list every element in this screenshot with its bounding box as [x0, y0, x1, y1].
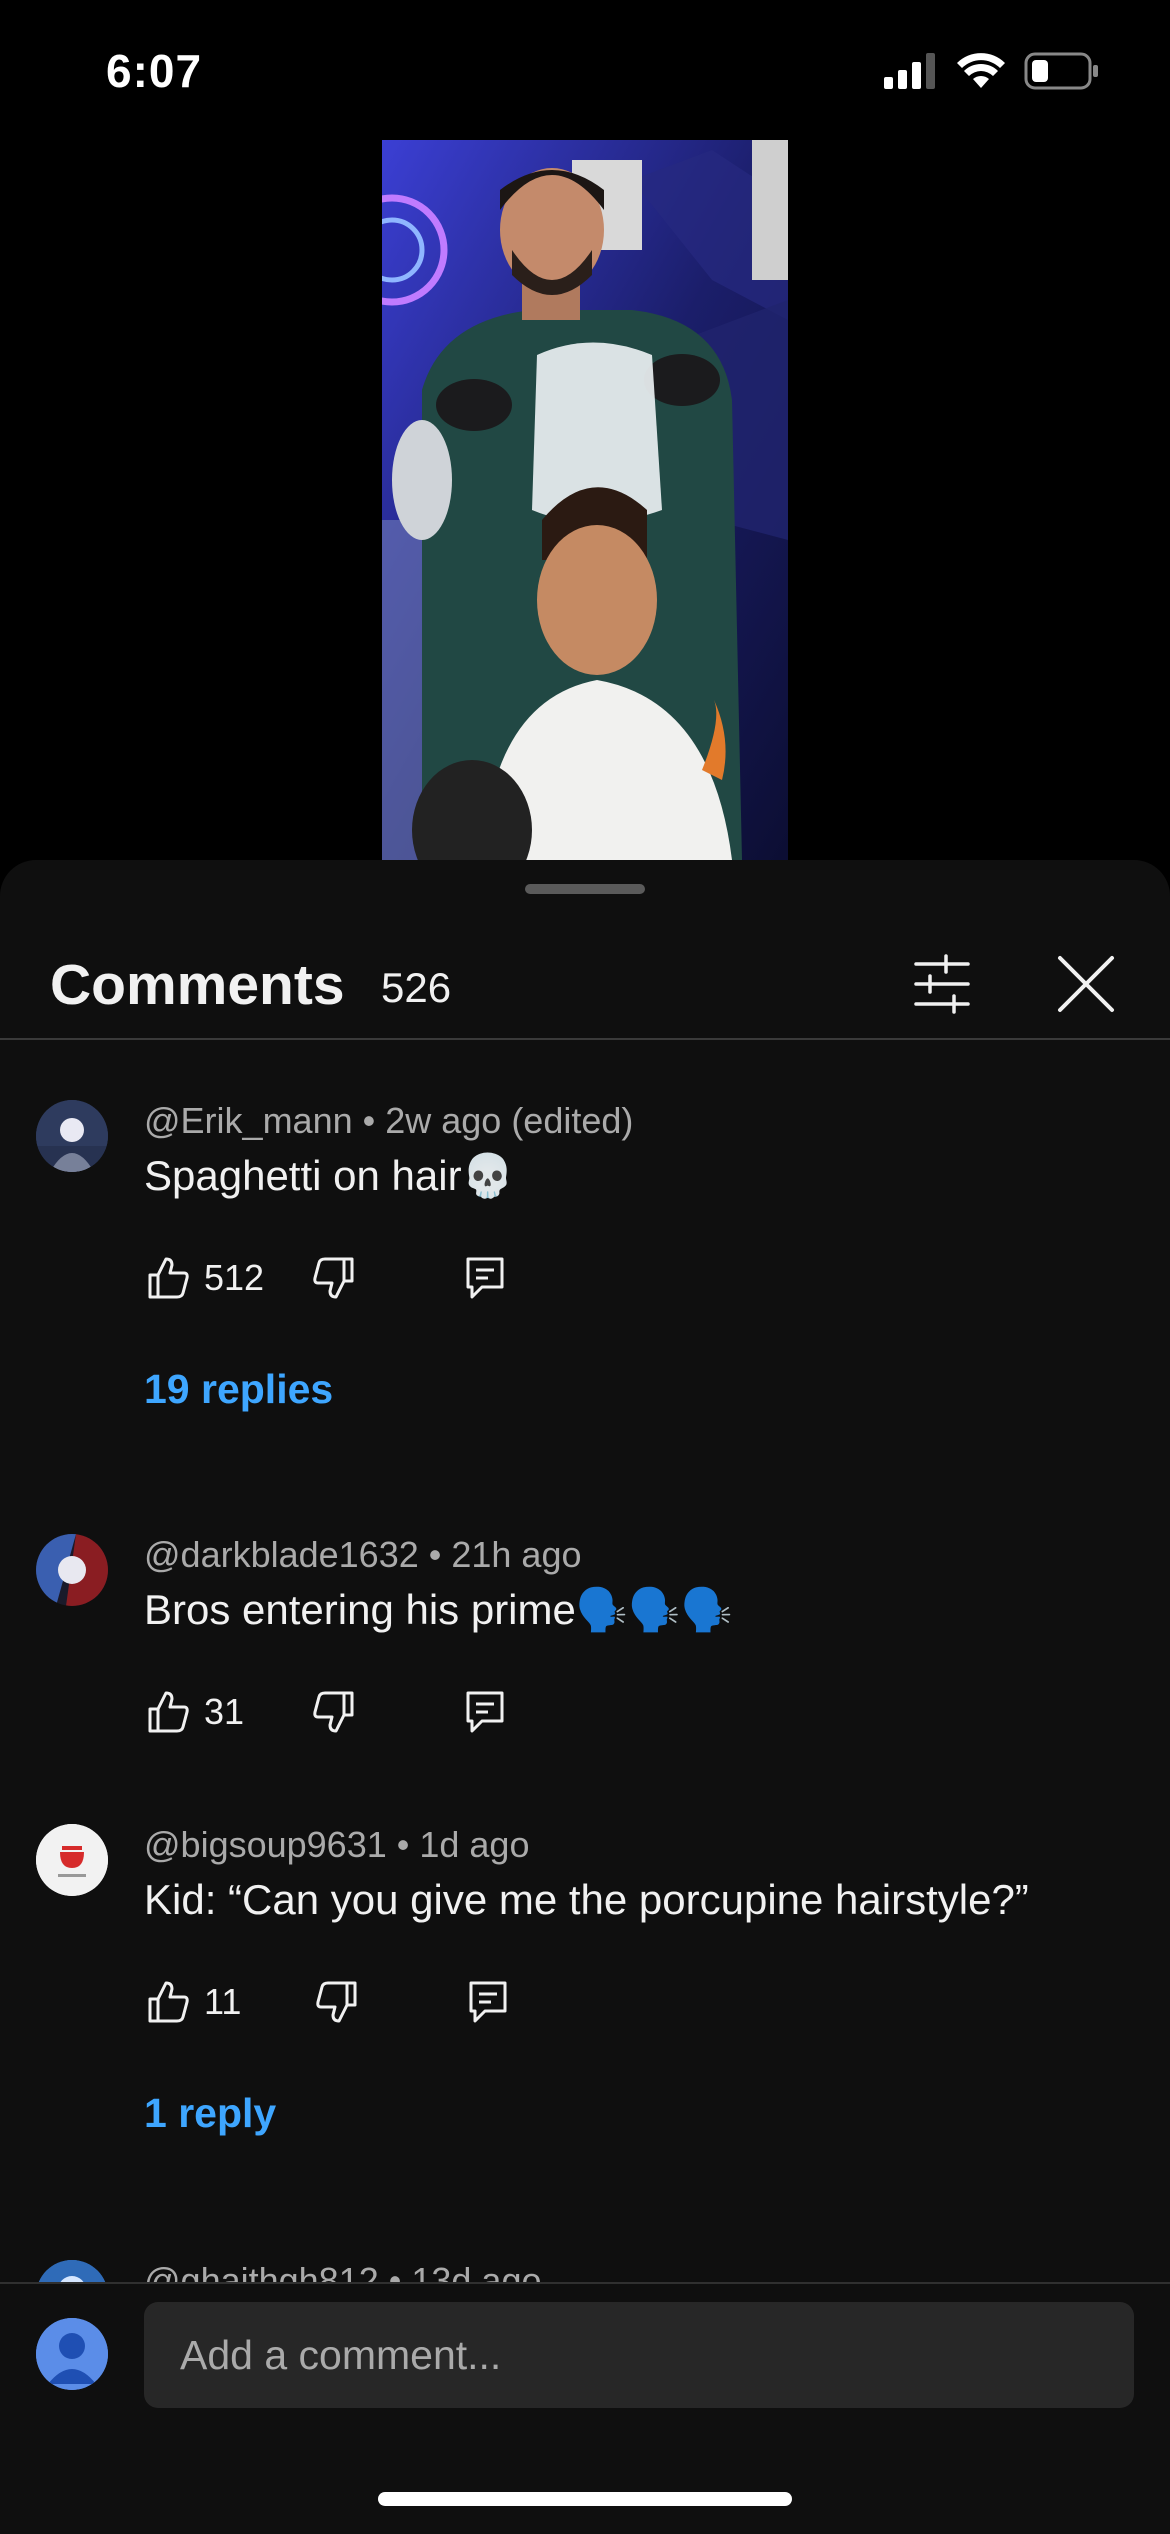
video-player[interactable]	[382, 140, 788, 860]
like-icon[interactable]	[144, 1255, 190, 1301]
comment-meta: @darkblade1632 • 21h ago	[144, 1534, 582, 1575]
reply-icon[interactable]	[465, 1979, 511, 2025]
comment-time: 21h ago	[451, 1534, 582, 1575]
status-bar: 6:07	[0, 0, 1170, 140]
avatar[interactable]	[36, 1534, 108, 1606]
comment-author[interactable]: @Erik_mann	[144, 1100, 353, 1141]
filter-icon	[914, 954, 970, 1014]
signal-icon	[884, 53, 935, 89]
comment-text: Spaghetti on hair💀	[144, 1152, 514, 1201]
comment-body: Spaghetti on hair	[144, 1152, 462, 1199]
replies-link[interactable]: 19 replies	[144, 1366, 333, 1413]
reply-icon[interactable]	[462, 1255, 508, 1301]
comment-emoji: 🗣️🗣️🗣️	[575, 1586, 733, 1633]
dislike-icon[interactable]	[315, 1979, 361, 2025]
like-count: 31	[204, 1691, 245, 1732]
battery-icon	[1024, 52, 1098, 90]
replies-link[interactable]: 1 reply	[144, 2090, 276, 2137]
dislike-icon[interactable]	[312, 1255, 358, 1301]
video-frame	[382, 140, 788, 860]
avatar[interactable]	[36, 1824, 108, 1896]
filter-button[interactable]	[906, 948, 978, 1020]
dislike-icon[interactable]	[312, 1689, 358, 1735]
comment-item: @darkblade1632 • 21h ago Bros entering h…	[0, 1534, 1170, 1794]
account-avatar[interactable]	[36, 2318, 108, 2390]
comment-author[interactable]: @darkblade1632	[144, 1534, 419, 1575]
add-comment-bar	[0, 2282, 1170, 2534]
comment-actions: 31	[144, 1682, 508, 1742]
like-icon[interactable]	[144, 1689, 190, 1735]
home-indicator[interactable]	[378, 2492, 792, 2506]
comment-body: Kid: “Can you give me the porcupine hair…	[144, 1876, 1029, 1923]
comment-author[interactable]: @bigsoup9631	[144, 1824, 387, 1865]
comment-body: Bros entering his prime	[144, 1586, 576, 1633]
page-title: Comments	[50, 953, 345, 1017]
drag-handle[interactable]	[525, 884, 645, 894]
like-icon[interactable]	[144, 1979, 190, 2025]
close-button[interactable]	[1050, 948, 1122, 1020]
comment-meta: @bigsoup9631 • 1d ago	[144, 1824, 530, 1865]
like-count: 11	[204, 1981, 242, 2022]
comment-actions: 11	[144, 1972, 511, 2032]
add-comment-input[interactable]	[144, 2302, 1134, 2408]
comment-item: @bigsoup9631 • 1d ago Kid: “Can you give…	[0, 1824, 1170, 2224]
comment-time: 1d ago	[419, 1824, 530, 1865]
comment-text: Kid: “Can you give me the porcupine hair…	[144, 1876, 1029, 1924]
status-time: 6:07	[106, 45, 203, 97]
reply-icon[interactable]	[462, 1689, 508, 1735]
comment-item: @Erik_mann • 2w ago (edited) Spaghetti o…	[0, 1100, 1170, 1500]
comment-emoji: 💀	[461, 1152, 514, 1199]
avatar[interactable]	[36, 1100, 108, 1172]
comment-time: 2w ago (edited)	[385, 1100, 634, 1141]
wifi-icon	[957, 53, 1005, 88]
close-icon	[1058, 956, 1114, 1012]
like-count: 512	[204, 1257, 265, 1298]
comment-text: Bros entering his prime🗣️🗣️🗣️	[144, 1586, 733, 1635]
account-icon	[36, 2318, 108, 2390]
comment-meta: @Erik_mann • 2w ago (edited)	[144, 1100, 634, 1141]
comment-count: 526	[381, 964, 452, 1011]
comment-actions: 512	[144, 1248, 508, 1308]
